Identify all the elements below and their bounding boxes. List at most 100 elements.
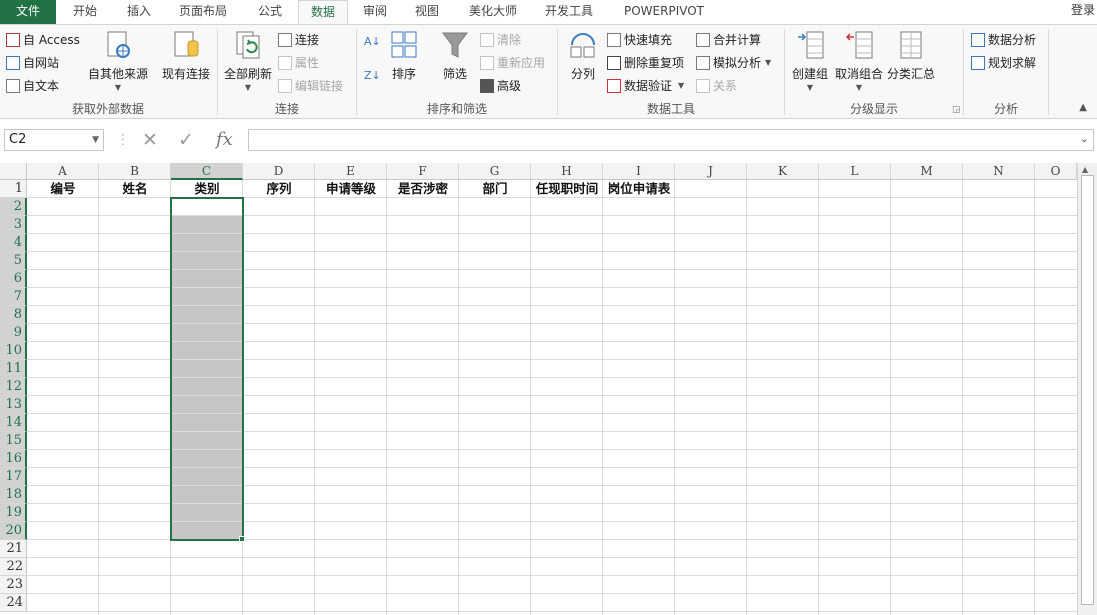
name-box-dropdown-icon[interactable]: ▼ <box>92 130 99 150</box>
row-header-5[interactable]: 5 <box>0 252 27 270</box>
row-header-14[interactable]: 14 <box>0 414 27 432</box>
formula-input[interactable]: ⌄ <box>248 129 1094 151</box>
column-header-F[interactable]: F <box>387 163 459 180</box>
from-web-button[interactable]: 自网站 <box>6 54 59 71</box>
row-header-19[interactable]: 19 <box>0 504 27 522</box>
row-header-2[interactable]: 2 <box>0 198 27 216</box>
header-cell-E[interactable]: 申请等级 <box>315 180 387 198</box>
what-if-analysis-button[interactable]: 模拟分析 ▼ <box>696 54 771 71</box>
remove-duplicates-button[interactable]: 删除重复项 <box>607 54 684 71</box>
header-cell-D[interactable]: 序列 <box>243 180 315 198</box>
from-access-button[interactable]: 自 Access <box>6 31 80 48</box>
tab-beautify[interactable]: 美化大师 <box>458 0 528 24</box>
solver-button[interactable]: 规划求解 <box>971 54 1036 71</box>
filter-button[interactable]: 筛选 <box>436 29 474 82</box>
tab-view[interactable]: 视图 <box>404 0 450 24</box>
subtotal-button[interactable]: 分类汇总 <box>886 29 936 82</box>
edit-links-button[interactable]: 编辑链接 <box>278 77 343 94</box>
spreadsheet-grid[interactable]: ABCDEFGHIJKLMNO 1 2 3 4 5 6 7 8 9 10 11 12 13 14 15 16 1… <box>0 163 1097 615</box>
from-text-button[interactable]: 自文本 <box>6 77 59 94</box>
row-header-12[interactable]: 12 <box>0 378 27 396</box>
sort-ascending-icon[interactable]: A↓ <box>364 35 381 48</box>
tab-page-layout[interactable]: 页面布局 <box>170 0 236 24</box>
group-button[interactable]: 创建组 ▼ <box>788 29 832 92</box>
other-sources-button[interactable]: 自其他来源 ▼ <box>86 29 150 92</box>
tab-home[interactable]: 开始 <box>60 0 110 24</box>
advanced-filter-button[interactable]: 高级 <box>480 77 521 94</box>
header-cell-I[interactable]: 岗位申请表 <box>603 180 675 198</box>
row-header-6[interactable]: 6 <box>0 270 27 288</box>
relationships-button[interactable]: 关系 <box>696 77 737 94</box>
row-header-24[interactable]: 24 <box>0 594 27 612</box>
row-header-20[interactable]: 20 <box>0 522 27 540</box>
column-header-E[interactable]: E <box>315 163 387 180</box>
ungroup-button[interactable]: 取消组合 ▼ <box>834 29 884 92</box>
collapse-ribbon-icon[interactable]: ▲ <box>1079 102 1087 113</box>
row-header-8[interactable]: 8 <box>0 306 27 324</box>
connections-button[interactable]: 连接 <box>278 31 319 48</box>
row-header-3[interactable]: 3 <box>0 216 27 234</box>
reapply-button[interactable]: 重新应用 <box>480 54 545 71</box>
scrollbar-thumb[interactable] <box>1081 175 1094 605</box>
expand-formula-bar-icon[interactable]: ⌄ <box>1080 132 1089 145</box>
tab-data[interactable]: 数据 <box>298 0 348 25</box>
row-header-1[interactable]: 1 <box>0 180 27 198</box>
properties-button[interactable]: 属性 <box>278 54 319 71</box>
header-cell-G[interactable]: 部门 <box>459 180 531 198</box>
header-cell-A[interactable]: 编号 <box>27 180 99 198</box>
vertical-scrollbar[interactable]: ▲ <box>1077 163 1097 615</box>
consolidate-button[interactable]: 合并计算 <box>696 31 761 48</box>
header-cell-C[interactable]: 类别 <box>171 180 243 198</box>
column-header-M[interactable]: M <box>891 163 963 180</box>
cancel-icon[interactable]: ✕ <box>142 129 158 151</box>
row-header-18[interactable]: 18 <box>0 486 27 504</box>
column-header-J[interactable]: J <box>675 163 747 180</box>
column-header-K[interactable]: K <box>747 163 819 180</box>
tab-review[interactable]: 审阅 <box>352 0 398 24</box>
name-box[interactable]: C2 ▼ <box>4 129 104 151</box>
column-header-N[interactable]: N <box>963 163 1035 180</box>
column-header-I[interactable]: I <box>603 163 675 180</box>
header-cell-B[interactable]: 姓名 <box>99 180 171 198</box>
data-analysis-button[interactable]: 数据分析 <box>971 31 1036 48</box>
fill-handle[interactable] <box>239 536 245 542</box>
data-validation-button[interactable]: 数据验证 ▼ <box>607 77 684 94</box>
row-header-15[interactable]: 15 <box>0 432 27 450</box>
header-cell-F[interactable]: 是否涉密 <box>387 180 459 198</box>
column-header-B[interactable]: B <box>99 163 171 180</box>
scroll-up-icon[interactable]: ▲ <box>1082 165 1088 174</box>
column-header-A[interactable]: A <box>27 163 99 180</box>
row-header-16[interactable]: 16 <box>0 450 27 468</box>
header-cell-H[interactable]: 任现职时间 <box>531 180 603 198</box>
existing-connections-button[interactable]: 现有连接 <box>158 29 214 82</box>
row-header-7[interactable]: 7 <box>0 288 27 306</box>
column-header-C[interactable]: C <box>171 163 243 180</box>
row-header-11[interactable]: 11 <box>0 360 27 378</box>
column-header-O[interactable]: O <box>1035 163 1077 180</box>
row-header-13[interactable]: 13 <box>0 396 27 414</box>
tab-powerpivot[interactable]: POWERPIVOT <box>612 0 716 24</box>
text-to-columns-button[interactable]: 分列 <box>564 29 602 82</box>
column-header-G[interactable]: G <box>459 163 531 180</box>
tab-developer[interactable]: 开发工具 <box>536 0 602 24</box>
refresh-all-button[interactable]: 全部刷新 ▼ <box>222 29 274 92</box>
column-header-L[interactable]: L <box>819 163 891 180</box>
flash-fill-button[interactable]: 快速填充 <box>607 31 672 48</box>
row-header-9[interactable]: 9 <box>0 324 27 342</box>
sort-button[interactable]: 排序 <box>386 29 422 82</box>
select-all-corner[interactable] <box>0 163 27 180</box>
tab-insert[interactable]: 插入 <box>114 0 164 24</box>
enter-check-icon[interactable]: ✓ <box>178 129 194 151</box>
insert-function-icon[interactable]: fx <box>216 129 233 151</box>
column-header-D[interactable]: D <box>243 163 315 180</box>
row-header-21[interactable]: 21 <box>0 540 27 558</box>
row-header-23[interactable]: 23 <box>0 576 27 594</box>
row-header-17[interactable]: 17 <box>0 468 27 486</box>
clear-filter-button[interactable]: 清除 <box>480 31 521 48</box>
cell-area[interactable]: 编号 姓名 类别 序列 申请等级 是否涉密 部门 任现职时间 岗位申请表 <box>27 180 1077 615</box>
tab-formulas[interactable]: 公式 <box>246 0 294 24</box>
login-link[interactable]: 登录 <box>1071 1 1095 18</box>
row-header-22[interactable]: 22 <box>0 558 27 576</box>
row-header-4[interactable]: 4 <box>0 234 27 252</box>
tab-file[interactable]: 文件 <box>0 0 56 24</box>
